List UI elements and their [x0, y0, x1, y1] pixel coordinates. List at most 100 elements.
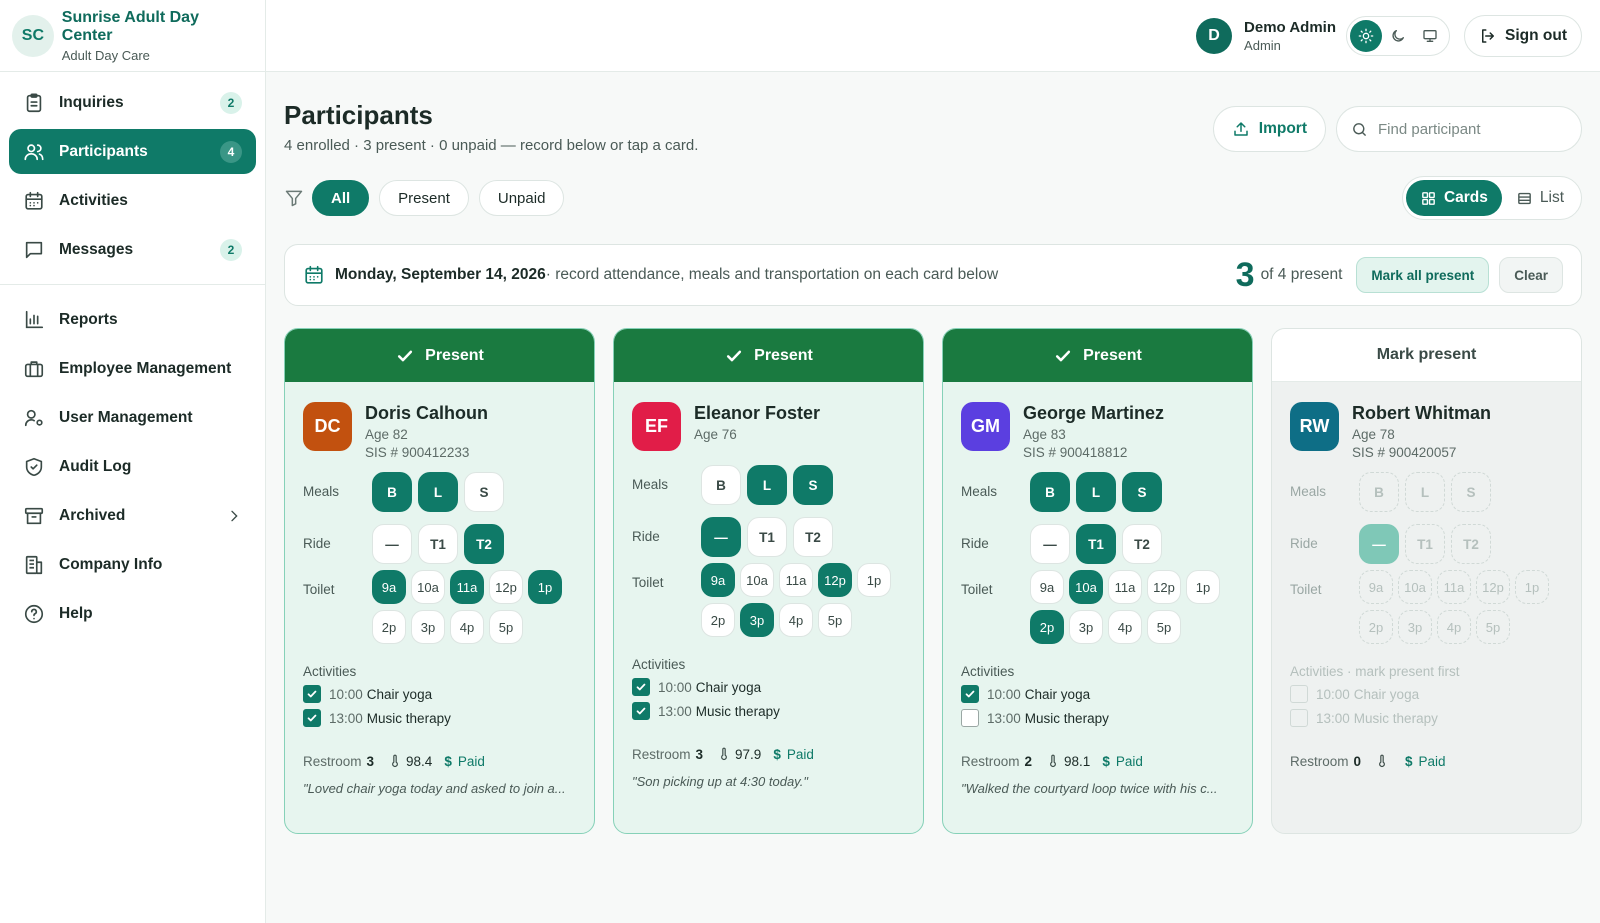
- toilet-slot-3p[interactable]: 3p: [1398, 610, 1432, 644]
- import-button[interactable]: Import: [1212, 106, 1326, 152]
- toilet-slot-3p[interactable]: 3p: [740, 603, 774, 637]
- meal-toggle-l[interactable]: L: [418, 472, 458, 512]
- activity-checkbox[interactable]: [632, 678, 650, 696]
- activity-item[interactable]: 10:00 Chair yoga: [303, 685, 576, 703]
- sidebar-item-activities[interactable]: Activities: [9, 178, 256, 223]
- toilet-slot-2p[interactable]: 2p: [1030, 610, 1064, 644]
- theme-dark-button[interactable]: [1382, 20, 1414, 52]
- payment-status[interactable]: $ Paid: [444, 754, 485, 769]
- meal-toggle-s[interactable]: S: [1451, 472, 1491, 512]
- toilet-slot-12p[interactable]: 12p: [818, 563, 852, 597]
- mark-present-button[interactable]: Mark present: [1272, 329, 1581, 382]
- toilet-slot-4p[interactable]: 4p: [450, 610, 484, 644]
- sidebar-item-employee-management[interactable]: Employee Management: [9, 346, 256, 391]
- activity-checkbox[interactable]: [632, 702, 650, 720]
- theme-system-button[interactable]: [1414, 20, 1446, 52]
- present-status-button[interactable]: Present: [943, 329, 1252, 382]
- toilet-slot-10a[interactable]: 10a: [1398, 570, 1432, 604]
- view-list-button[interactable]: List: [1502, 180, 1578, 216]
- meal-toggle-b[interactable]: B: [372, 472, 412, 512]
- activity-item[interactable]: 13:00 Music therapy: [961, 709, 1234, 727]
- activity-checkbox[interactable]: [961, 709, 979, 727]
- activity-item[interactable]: 13:00 Music therapy: [303, 709, 576, 727]
- sidebar-item-help[interactable]: Help: [9, 591, 256, 636]
- toilet-slot-1p[interactable]: 1p: [1515, 570, 1549, 604]
- toilet-slot-5p[interactable]: 5p: [489, 610, 523, 644]
- meal-toggle-l[interactable]: L: [747, 465, 787, 505]
- sidebar-item-company-info[interactable]: Company Info: [9, 542, 256, 587]
- activity-checkbox[interactable]: [961, 685, 979, 703]
- ride-t1-toggle[interactable]: T1: [1405, 524, 1445, 564]
- ride-t1-toggle[interactable]: T1: [747, 517, 787, 557]
- activity-checkbox[interactable]: [1290, 709, 1308, 727]
- toilet-slot-4p[interactable]: 4p: [1437, 610, 1471, 644]
- ride-t2-toggle[interactable]: T2: [464, 524, 504, 564]
- activity-item[interactable]: 13:00 Music therapy: [1290, 709, 1563, 727]
- participant-card[interactable]: Present DC Doris Calhoun Age 82 SIS # 900412…: [284, 328, 595, 834]
- toilet-slot-5p[interactable]: 5p: [818, 603, 852, 637]
- sidebar-item-inquiries[interactable]: Inquiries 2: [9, 80, 256, 125]
- meal-toggle-s[interactable]: S: [793, 465, 833, 505]
- payment-status[interactable]: $ Paid: [1102, 754, 1143, 769]
- toilet-slot-1p[interactable]: 1p: [857, 563, 891, 597]
- clear-button[interactable]: Clear: [1499, 257, 1563, 293]
- toilet-slot-2p[interactable]: 2p: [372, 610, 406, 644]
- ride-t1-toggle[interactable]: T1: [1076, 524, 1116, 564]
- activity-item[interactable]: 10:00 Chair yoga: [632, 678, 905, 696]
- toilet-slot-3p[interactable]: 3p: [411, 610, 445, 644]
- activity-item[interactable]: 10:00 Chair yoga: [1290, 685, 1563, 703]
- mark-all-present-button[interactable]: Mark all present: [1356, 257, 1490, 293]
- toilet-slot-12p[interactable]: 12p: [1476, 570, 1510, 604]
- present-status-button[interactable]: Present: [614, 329, 923, 382]
- toilet-slot-1p[interactable]: 1p: [528, 570, 562, 604]
- activity-checkbox[interactable]: [1290, 685, 1308, 703]
- ride-t2-toggle[interactable]: T2: [1451, 524, 1491, 564]
- filter-present[interactable]: Present: [379, 180, 469, 216]
- sidebar-item-audit-log[interactable]: Audit Log: [9, 444, 256, 489]
- activity-checkbox[interactable]: [303, 685, 321, 703]
- ride-none-toggle[interactable]: —: [701, 517, 741, 557]
- toilet-slot-12p[interactable]: 12p: [1147, 570, 1181, 604]
- ride-t2-toggle[interactable]: T2: [1122, 524, 1162, 564]
- toilet-slot-10a[interactable]: 10a: [411, 570, 445, 604]
- meal-toggle-s[interactable]: S: [1122, 472, 1162, 512]
- toilet-slot-11a[interactable]: 11a: [779, 563, 813, 597]
- toilet-slot-9a[interactable]: 9a: [372, 570, 406, 604]
- meal-toggle-b[interactable]: B: [1359, 472, 1399, 512]
- sidebar-item-user-management[interactable]: User Management: [9, 395, 256, 440]
- participant-card[interactable]: Present GM George Martinez Age 83 SIS # 9004…: [942, 328, 1253, 834]
- toilet-slot-9a[interactable]: 9a: [1359, 570, 1393, 604]
- toilet-slot-11a[interactable]: 11a: [1437, 570, 1471, 604]
- meal-toggle-l[interactable]: L: [1405, 472, 1445, 512]
- toilet-slot-9a[interactable]: 9a: [1030, 570, 1064, 604]
- toilet-slot-10a[interactable]: 10a: [740, 563, 774, 597]
- user-menu[interactable]: D Demo Admin Admin: [1196, 17, 1336, 54]
- ride-none-toggle[interactable]: —: [1030, 524, 1070, 564]
- sidebar-item-participants[interactable]: Participants 4: [9, 129, 256, 174]
- activity-item[interactable]: 13:00 Music therapy: [632, 702, 905, 720]
- payment-status[interactable]: $ Paid: [1405, 754, 1446, 769]
- ride-t2-toggle[interactable]: T2: [793, 517, 833, 557]
- ride-none-toggle[interactable]: —: [372, 524, 412, 564]
- sidebar-item-reports[interactable]: Reports: [9, 297, 256, 342]
- filter-all[interactable]: All: [312, 180, 370, 216]
- toilet-slot-2p[interactable]: 2p: [1359, 610, 1393, 644]
- meal-toggle-b[interactable]: B: [701, 465, 741, 505]
- activity-checkbox[interactable]: [303, 709, 321, 727]
- activity-item[interactable]: 10:00 Chair yoga: [961, 685, 1234, 703]
- toilet-slot-10a[interactable]: 10a: [1069, 570, 1103, 604]
- toilet-slot-9a[interactable]: 9a: [701, 563, 735, 597]
- toilet-slot-12p[interactable]: 12p: [489, 570, 523, 604]
- theme-light-button[interactable]: [1350, 19, 1382, 52]
- toilet-slot-5p[interactable]: 5p: [1476, 610, 1510, 644]
- toilet-slot-11a[interactable]: 11a: [1108, 570, 1142, 604]
- toilet-slot-3p[interactable]: 3p: [1069, 610, 1103, 644]
- meal-toggle-b[interactable]: B: [1030, 472, 1070, 512]
- sidebar-item-messages[interactable]: Messages 2: [9, 227, 256, 272]
- toilet-slot-11a[interactable]: 11a: [450, 570, 484, 604]
- payment-status[interactable]: $ Paid: [773, 747, 814, 762]
- filter-unpaid[interactable]: Unpaid: [478, 180, 565, 216]
- participant-card[interactable]: Present EF Eleanor Foster Age 76 Meals B L S Rid…: [613, 328, 924, 834]
- meal-toggle-s[interactable]: S: [464, 472, 504, 512]
- toilet-slot-4p[interactable]: 4p: [1108, 610, 1142, 644]
